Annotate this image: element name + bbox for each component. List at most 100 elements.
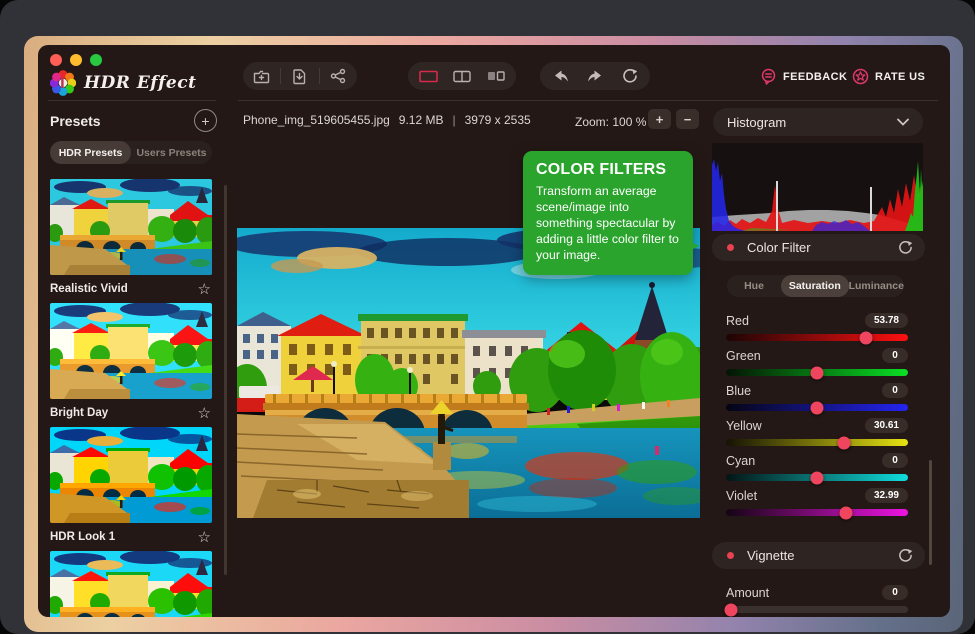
slider-thumb[interactable] xyxy=(811,366,824,379)
feedback-bubble-icon xyxy=(760,68,777,85)
slider-value-badge: 0 xyxy=(882,348,908,363)
tooltip-body: Transform an average scene/image into so… xyxy=(536,184,680,264)
tab-hue[interactable]: Hue xyxy=(727,275,781,297)
slider-row: Yellow 30.61 xyxy=(726,418,908,453)
presets-title: Presets xyxy=(50,113,101,129)
histogram-label: Histogram xyxy=(727,115,786,130)
tab-saturation[interactable]: Saturation xyxy=(781,275,849,297)
histogram-chart xyxy=(712,143,923,231)
slider-track[interactable] xyxy=(726,439,908,446)
view-compare-icon xyxy=(487,70,505,82)
slider-label: Yellow xyxy=(726,419,762,433)
open-image-button[interactable] xyxy=(248,62,276,90)
slider-row: Red 53.78 xyxy=(726,313,908,348)
redo-icon xyxy=(587,69,604,83)
add-preset-button[interactable]: + xyxy=(194,109,217,132)
chevron-down-icon xyxy=(897,118,909,126)
slider-thumb[interactable] xyxy=(860,331,873,344)
app-logo-icon xyxy=(50,70,76,96)
view-single-icon xyxy=(419,70,438,83)
toolbar-divider xyxy=(238,100,938,101)
file-name: Phone_img_519605455.jpg xyxy=(243,113,390,127)
vignette-header[interactable]: Vignette xyxy=(712,542,925,569)
file-info: Phone_img_519605455.jpg 9.12 MB | 3979 x… xyxy=(243,113,531,127)
rate-us-button[interactable]: RATE US xyxy=(852,68,925,85)
tab-luminance[interactable]: Luminance xyxy=(849,275,904,297)
slider-thumb[interactable] xyxy=(725,603,738,616)
color-filter-header[interactable]: Color Filter xyxy=(712,234,925,261)
redo-button[interactable] xyxy=(581,62,609,90)
slider-track[interactable] xyxy=(726,509,908,516)
tab-users-presets[interactable]: Users Presets xyxy=(131,141,212,164)
rate-us-label: RATE US xyxy=(875,71,925,83)
panel-scrollbar[interactable] xyxy=(929,460,932,565)
export-icon xyxy=(292,68,307,85)
view-compare-button[interactable] xyxy=(482,62,510,90)
sidebar-scrollbar[interactable] xyxy=(224,185,227,575)
slider-thumb[interactable] xyxy=(840,506,853,519)
vignette-reset-button[interactable] xyxy=(898,548,913,563)
slider-row: Green 0 xyxy=(726,348,908,383)
slider-thumb[interactable] xyxy=(811,401,824,414)
preset-thumbnail[interactable] xyxy=(50,551,212,617)
color-filter-reset-button[interactable] xyxy=(898,240,913,255)
preset-name: HDR Look 1 xyxy=(50,531,115,543)
zoom-out-button[interactable]: − xyxy=(676,109,699,129)
zoom-in-button[interactable]: + xyxy=(648,109,671,129)
preset-thumbnail[interactable] xyxy=(50,179,212,275)
favorite-star-icon[interactable]: ☆ xyxy=(198,404,211,422)
tooltip-title: COLOR FILTERS xyxy=(536,161,680,179)
share-button[interactable] xyxy=(324,62,352,90)
close-window-button[interactable] xyxy=(50,54,62,66)
slider-row: Amount 0 xyxy=(726,585,908,617)
feedback-button[interactable]: FEEDBACK xyxy=(760,68,847,85)
file-info-divider: | xyxy=(453,113,456,127)
slider-row: Violet 32.99 xyxy=(726,488,908,523)
preset-item[interactable]: Realistic Vivid ☆ xyxy=(50,179,213,303)
slider-label: Red xyxy=(726,314,749,328)
slider-value-badge: 32.99 xyxy=(865,488,908,503)
app-logo: HDR Effect xyxy=(50,70,196,96)
undo-button[interactable] xyxy=(547,62,575,90)
favorite-star-icon[interactable]: ☆ xyxy=(198,528,211,546)
reset-icon xyxy=(898,240,913,255)
preset-thumbnail[interactable] xyxy=(50,427,212,523)
tab-hdr-presets[interactable]: HDR Presets xyxy=(50,141,131,164)
rate-star-icon xyxy=(852,68,869,85)
view-mode-group xyxy=(408,62,516,90)
enabled-dot-icon xyxy=(727,552,734,559)
slider-thumb[interactable] xyxy=(811,471,824,484)
slider-label: Green xyxy=(726,349,761,363)
feedback-label: FEEDBACK xyxy=(783,71,847,83)
preset-list: Realistic Vivid ☆ Bright Day ☆ HDR Look … xyxy=(50,179,213,617)
preset-thumbnail[interactable] xyxy=(50,303,212,399)
preset-item[interactable]: HDR Look 1 ☆ xyxy=(50,427,213,551)
preset-meta: Realistic Vivid ☆ xyxy=(50,275,213,303)
slider-label: Amount xyxy=(726,586,769,600)
slider-thumb[interactable] xyxy=(838,436,851,449)
color-filter-sliders: Red 53.78 Green 0 Blue 0 Yellow 30.61 Cy… xyxy=(726,313,908,523)
enabled-dot-icon xyxy=(727,244,734,251)
preset-name: Realistic Vivid xyxy=(50,283,128,295)
desktop-background: HDR Effect xyxy=(0,0,975,634)
preset-meta: Bright Day ☆ xyxy=(50,399,213,427)
view-split-button[interactable] xyxy=(448,62,476,90)
slider-value-badge: 30.61 xyxy=(865,418,908,433)
sidebar-header-divider xyxy=(48,100,216,101)
preset-item[interactable]: Bright Day ☆ xyxy=(50,303,213,427)
view-single-button[interactable] xyxy=(414,62,442,90)
histogram-header[interactable]: Histogram xyxy=(713,108,923,136)
slider-track[interactable] xyxy=(726,606,908,613)
zoom-window-button[interactable] xyxy=(90,54,102,66)
preset-tabs: HDR Presets Users Presets xyxy=(50,141,212,164)
reset-all-button[interactable] xyxy=(616,62,644,90)
preset-item[interactable] xyxy=(50,551,213,617)
file-size: 9.12 MB xyxy=(399,113,444,127)
export-image-button[interactable] xyxy=(286,62,314,90)
favorite-star-icon[interactable]: ☆ xyxy=(198,280,211,298)
undo-icon xyxy=(552,69,569,83)
app-window: HDR Effect xyxy=(38,45,950,617)
slider-track[interactable] xyxy=(726,334,908,341)
toolbar-separator xyxy=(319,68,320,84)
minimize-window-button[interactable] xyxy=(70,54,82,66)
